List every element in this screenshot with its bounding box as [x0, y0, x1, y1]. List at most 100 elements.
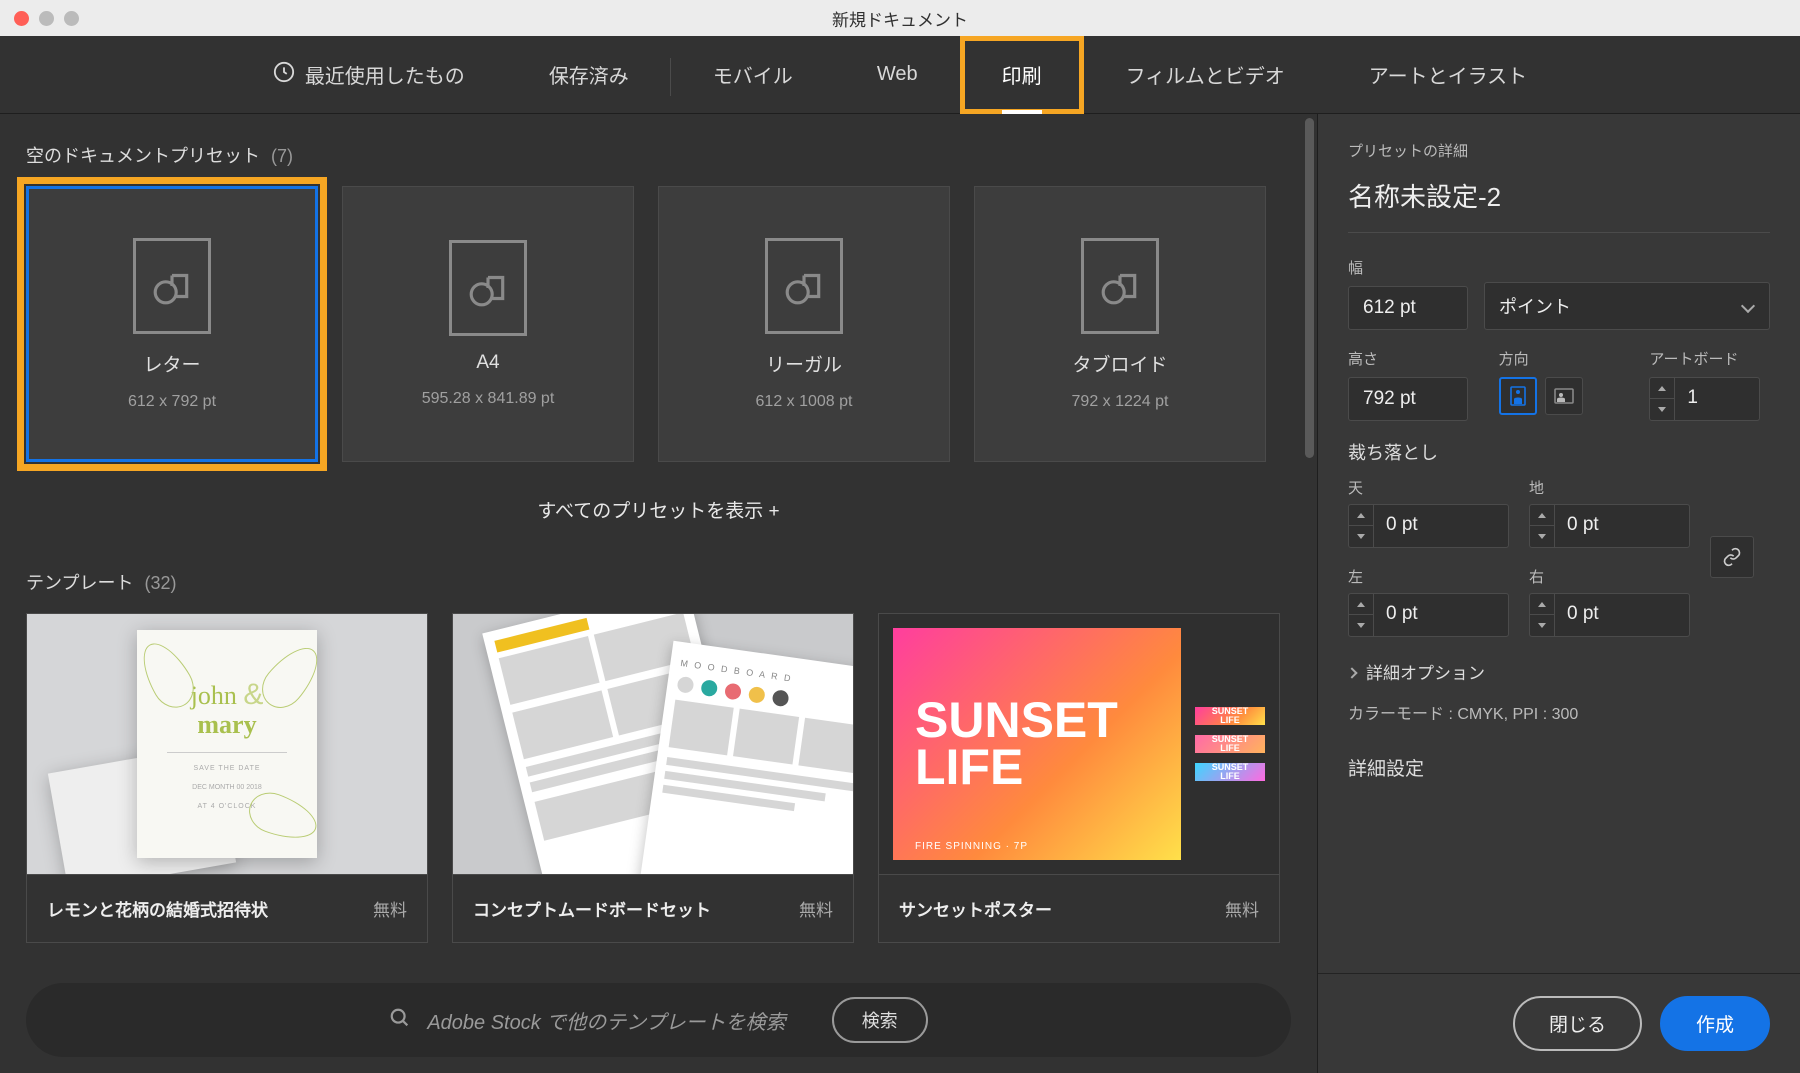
more-settings-heading[interactable]: 詳細設定 — [1348, 754, 1770, 781]
step-down-button[interactable] — [1530, 526, 1554, 547]
tab-film-label: フィルムとビデオ — [1126, 60, 1285, 89]
scrollbar[interactable] — [1305, 118, 1314, 458]
minimize-window-button[interactable] — [39, 11, 54, 26]
step-up-button[interactable] — [1349, 505, 1373, 526]
show-all-presets-link[interactable]: すべてのプリセットを表示 + — [26, 496, 1291, 523]
artboards-label: アートボード — [1649, 348, 1770, 369]
template-thumb: john & mary SAVE THE DATE DEC MONTH 00 2… — [27, 614, 427, 874]
bleed-left-value[interactable]: 0 pt — [1373, 593, 1509, 637]
templates-heading-text: テンプレート — [26, 573, 133, 593]
color-mode-text: カラーモード : CMYK, PPI : 300 — [1348, 700, 1770, 724]
step-down-button[interactable] — [1349, 615, 1373, 636]
unit-value: ポイント — [1499, 293, 1571, 319]
bleed-bottom-label: 地 — [1529, 477, 1690, 498]
advanced-options-toggle[interactable]: 詳細オプション — [1348, 659, 1770, 684]
document-icon — [765, 238, 843, 334]
template-thumb: SUNSET LIFE FIRE SPINNING · 7P SUNSETLIF… — [879, 614, 1279, 874]
template-price: 無料 — [799, 896, 833, 921]
tab-print[interactable]: 印刷 — [960, 36, 1084, 114]
preset-name: レター — [143, 350, 200, 377]
search-placeholder[interactable]: Adobe Stock で他のテンプレートを検索 — [427, 1006, 785, 1035]
bleed-right-label: 右 — [1529, 566, 1690, 587]
tab-recent[interactable]: 最近使用したもの — [231, 36, 507, 114]
orientation-landscape-button[interactable] — [1545, 377, 1583, 415]
width-input[interactable]: 612 pt — [1348, 286, 1468, 330]
search-button[interactable]: 検索 — [832, 997, 928, 1043]
bleed-right-input[interactable]: 0 pt — [1529, 593, 1690, 637]
close-window-button[interactable] — [14, 11, 29, 26]
tab-mobile-label: モバイル — [713, 60, 793, 89]
template-thumb: M O O D B O A R D — [453, 614, 853, 874]
preset-name: タブロイド — [1072, 350, 1167, 377]
bleed-top-input[interactable]: 0 pt — [1348, 504, 1509, 548]
preset-letter[interactable]: レター 612 x 792 pt — [26, 186, 318, 462]
presets-count: (7) — [271, 146, 293, 166]
template-name: サンセットポスター — [899, 896, 1052, 921]
tab-film[interactable]: フィルムとビデオ — [1084, 36, 1327, 114]
close-button[interactable]: 閉じる — [1513, 996, 1642, 1051]
preset-dimensions: 612 x 792 pt — [128, 393, 216, 411]
preset-legal[interactable]: リーガル 612 x 1008 pt — [658, 186, 950, 462]
link-bleed-button[interactable] — [1710, 536, 1754, 578]
preset-grid: レター 612 x 792 pt A4 595.28 x 841.89 pt リ… — [26, 186, 1291, 462]
orientation-portrait-button[interactable] — [1499, 377, 1537, 415]
presets-heading: 空のドキュメントプリセット (7) — [26, 142, 1291, 168]
bleed-right-value[interactable]: 0 pt — [1554, 593, 1690, 637]
document-icon — [449, 240, 527, 336]
titlebar: 新規ドキュメント — [0, 0, 1800, 36]
tab-recent-label: 最近使用したもの — [305, 60, 465, 89]
right-panel: プリセットの詳細 名称未設定-2 幅 612 pt ポイント 高さ 792 p — [1317, 114, 1800, 1073]
template-caption: レモンと花柄の結婚式招待状 無料 — [27, 874, 427, 942]
bleed-left-label: 左 — [1348, 566, 1509, 587]
category-tabs: 最近使用したもの 保存済み モバイル Web 印刷 フィルムとビデオ アートとイ… — [0, 36, 1800, 114]
template-price: 無料 — [373, 896, 407, 921]
zoom-window-button[interactable] — [64, 11, 79, 26]
tab-art-label: アートとイラスト — [1369, 60, 1527, 89]
height-label: 高さ — [1348, 348, 1469, 369]
height-input[interactable]: 792 pt — [1348, 377, 1468, 421]
template-caption: コンセプトムードボードセット 無料 — [453, 874, 853, 942]
preset-tabloid[interactable]: タブロイド 792 x 1224 pt — [974, 186, 1266, 462]
create-button[interactable]: 作成 — [1660, 996, 1770, 1051]
preset-name: A4 — [476, 352, 499, 374]
template-sunset-poster[interactable]: SUNSET LIFE FIRE SPINNING · 7P SUNSETLIF… — [878, 613, 1280, 943]
document-name[interactable]: 名称未設定-2 — [1348, 177, 1770, 233]
tab-print-label: 印刷 — [1002, 60, 1042, 89]
step-up-button[interactable] — [1349, 594, 1373, 615]
tab-saved-label: 保存済み — [549, 60, 629, 89]
tab-saved[interactable]: 保存済み — [507, 36, 671, 114]
preset-a4[interactable]: A4 595.28 x 841.89 pt — [342, 186, 634, 462]
tab-art[interactable]: アートとイラスト — [1327, 36, 1569, 114]
window-controls — [14, 11, 79, 26]
window-title: 新規ドキュメント — [0, 6, 1800, 31]
template-grid: john & mary SAVE THE DATE DEC MONTH 00 2… — [26, 613, 1291, 943]
presets-heading-text: 空のドキュメントプリセット — [26, 146, 260, 166]
artboards-input[interactable]: 1 — [1674, 377, 1760, 421]
step-up-button[interactable] — [1530, 505, 1554, 526]
preset-dimensions: 792 x 1224 pt — [1072, 393, 1169, 411]
step-down-button[interactable] — [1530, 615, 1554, 636]
template-wedding-invitation[interactable]: john & mary SAVE THE DATE DEC MONTH 00 2… — [26, 613, 428, 943]
preset-details-heading: プリセットの詳細 — [1348, 140, 1770, 161]
bleed-bottom-input[interactable]: 0 pt — [1529, 504, 1690, 548]
step-up-button[interactable] — [1650, 378, 1674, 399]
panel-footer: 閉じる 作成 — [1318, 973, 1800, 1073]
artboards-stepper[interactable]: 1 — [1649, 377, 1770, 421]
templates-heading: テンプレート (32) — [26, 569, 1291, 595]
bleed-left-input[interactable]: 0 pt — [1348, 593, 1509, 637]
bleed-top-label: 天 — [1348, 477, 1509, 498]
tab-web[interactable]: Web — [835, 36, 960, 114]
bleed-bottom-value[interactable]: 0 pt — [1554, 504, 1690, 548]
bleed-top-value[interactable]: 0 pt — [1373, 504, 1509, 548]
document-icon — [1081, 238, 1159, 334]
bleed-heading: 裁ち落とし — [1348, 439, 1770, 465]
template-name: レモンと花柄の結婚式招待状 — [47, 896, 268, 921]
step-down-button[interactable] — [1349, 526, 1373, 547]
width-label: 幅 — [1348, 257, 1468, 278]
unit-dropdown[interactable]: ポイント — [1484, 282, 1770, 330]
step-up-button[interactable] — [1530, 594, 1554, 615]
tab-mobile[interactable]: モバイル — [671, 36, 835, 114]
stock-search-bar: Adobe Stock で他のテンプレートを検索 検索 — [26, 983, 1291, 1057]
template-moodboard[interactable]: M O O D B O A R D — [452, 613, 854, 943]
step-down-button[interactable] — [1650, 399, 1674, 420]
